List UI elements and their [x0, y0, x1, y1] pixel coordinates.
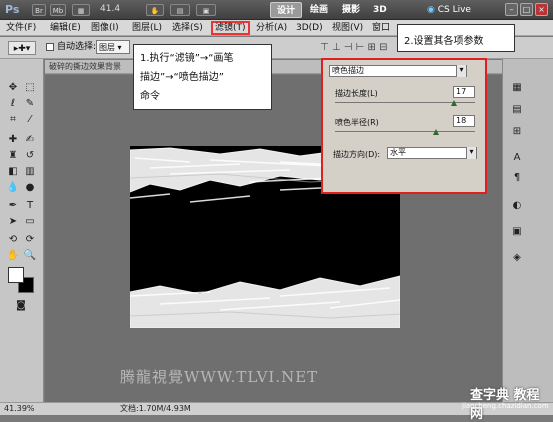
stroke-length-label: 描边长度(L) [335, 89, 378, 98]
title-bar: Ps Br Mb ▦ 41.4 ✋ ▤ ▣ 设计 绘画 摄影 3D ◉ CS L… [0, 0, 553, 20]
corner-watermark-url: jiaocheng.chazidian.com [462, 402, 549, 410]
callout1-line3: 命令 [140, 91, 160, 102]
watermark-text: 腾龍視覺WWW.TLVI.NET [120, 368, 319, 386]
spray-radius-slider-track[interactable] [335, 131, 475, 132]
instruction-callout-2: 2.设置其各项参数 [397, 24, 515, 52]
photoshop-logo: Ps [5, 3, 20, 16]
spray-radius-slider-thumb[interactable] [432, 129, 439, 135]
filter-select[interactable]: 喷色描边 ▾ [329, 65, 467, 77]
stroke-length-slider-thumb[interactable] [451, 100, 457, 106]
paragraph-panel-icon[interactable]: ¶ [508, 169, 526, 187]
zoom-level[interactable]: 41.4 [100, 4, 120, 14]
stroke-direction-select[interactable]: 水平 ▾ [387, 147, 477, 159]
stroke-direction-label: 描边方向(D): [333, 150, 381, 159]
auto-select-value: 图层 [99, 43, 115, 52]
quick-select-icon[interactable]: ✎ [23, 97, 37, 111]
spray-radius-input[interactable]: 18 [453, 115, 475, 127]
filter-select-value: 喷色描边 [332, 66, 364, 75]
type-tool-icon[interactable]: T [23, 199, 37, 213]
view-extras-icon[interactable]: ▦ [72, 4, 90, 16]
workspace-photography[interactable]: 摄影 [336, 2, 366, 18]
hand-zoom-icon[interactable]: ✋ [146, 4, 164, 16]
blur-tool-icon[interactable]: 💧 [6, 181, 20, 195]
history-brush-icon[interactable]: ↺ [23, 149, 37, 163]
callout2-text: 2.设置其各项参数 [404, 36, 484, 47]
quick-mask-icon[interactable]: ◙ [14, 299, 28, 313]
menu-analysis[interactable]: 分析(A) [254, 21, 289, 35]
brush-tool-icon[interactable]: ✍ [23, 133, 37, 147]
crop-tool-icon[interactable]: ⌗ [6, 113, 20, 127]
right-panel-dock: ▦ ▤ ⊞ A ¶ ◐ ▣ ◈ [502, 59, 553, 402]
menu-select[interactable]: 选择(S) [170, 21, 205, 35]
menu-filter[interactable]: 滤镜(T) [211, 21, 250, 35]
eyedropper-icon[interactable]: ⁄ [23, 113, 37, 127]
callout1-line2: 描边”→“喷色描边” [140, 72, 224, 83]
chevron-down-icon: ▾ [466, 147, 476, 159]
stroke-direction-value: 水平 [390, 148, 406, 157]
cs-live-icon: ◉ [427, 5, 435, 15]
mini-bridge-icon[interactable]: Mb [50, 4, 66, 16]
masks-panel-icon[interactable]: ▣ [508, 223, 526, 241]
path-select-icon[interactable]: ➤ [6, 215, 20, 229]
layers-panel-icon[interactable]: ◈ [508, 249, 526, 267]
close-icon[interactable]: × [535, 3, 548, 16]
bridge-icon[interactable]: Br [32, 4, 46, 16]
workspace-3d[interactable]: 3D [367, 2, 393, 18]
move-tool-icon[interactable]: ✥ [6, 81, 20, 95]
cs-live-button[interactable]: ◉ CS Live [427, 3, 471, 17]
document-title: 破碎的撕边效果背景 [49, 62, 121, 71]
workspace-design[interactable]: 设计 [270, 2, 303, 18]
status-doc-size: 文档:1.70M/4.93M [120, 404, 191, 413]
gradient-icon[interactable]: ▥ [23, 165, 37, 179]
menu-window[interactable]: 窗口 [370, 21, 392, 35]
tools-panel: ✥ ⬚ ℓ ✎ ⌗ ⁄ ✚ ✍ ♜ ↺ ◧ ▥ 💧 ● ✒ T ➤ ▭ ⟲ ⟳ … [0, 59, 44, 402]
auto-select-label: 自动选择: [57, 42, 97, 52]
zoom-tool-icon[interactable]: 🔍 [23, 249, 37, 263]
filter-settings-dialog: 喷色描边 ▾ 描边长度(L) 17 喷色半径(R) 18 描边方向(D): 水平… [321, 58, 487, 194]
menu-edit[interactable]: 编辑(E) [48, 21, 83, 35]
spray-radius-label: 喷色半径(R) [335, 118, 379, 127]
stroke-length-input[interactable]: 17 [453, 86, 475, 98]
pen-tool-icon[interactable]: ✒ [6, 199, 20, 213]
minimize-icon[interactable]: – [505, 3, 518, 16]
adjustments-panel-icon[interactable]: ◐ [508, 197, 526, 215]
lasso-tool-icon[interactable]: ℓ [6, 97, 20, 111]
menu-file[interactable]: 文件(F) [4, 21, 38, 35]
menu-layer[interactable]: 图层(L) [130, 21, 164, 35]
3d-orbit-icon[interactable]: ⟳ [23, 233, 37, 247]
clone-stamp-icon[interactable]: ♜ [6, 149, 20, 163]
auto-select-checkbox[interactable] [46, 43, 54, 51]
move-tool-preset-icon[interactable]: ▸✚▾ [8, 41, 36, 55]
status-zoom[interactable]: 41.39% [4, 403, 35, 415]
callout1-line1: 1.执行“滤镜”→“画笔 [140, 53, 234, 64]
hand-tool-icon[interactable]: ✋ [6, 249, 20, 263]
character-panel-icon[interactable]: A [508, 149, 526, 167]
histogram-panel-icon[interactable]: ▤ [508, 101, 526, 119]
foreground-color-swatch[interactable] [8, 267, 24, 283]
workspace-painting[interactable]: 绘画 [304, 2, 334, 18]
arrange-documents-icon[interactable]: ▤ [170, 4, 190, 16]
screen-mode-icon[interactable]: ▣ [196, 4, 216, 16]
align-icons[interactable]: ⊤ ⊥ ⊣ ⊢ ⊞ ⊟ [320, 42, 388, 53]
auto-select-dropdown[interactable]: 图层 ▾ [96, 40, 130, 54]
marquee-tool-icon[interactable]: ⬚ [23, 81, 37, 95]
dodge-tool-icon[interactable]: ● [23, 181, 37, 195]
menu-view[interactable]: 视图(V) [330, 21, 365, 35]
cs-live-label: CS Live [437, 5, 471, 15]
healing-brush-icon[interactable]: ✚ [6, 133, 20, 147]
chevron-down-icon: ▾ [456, 65, 466, 77]
mini-bridge-panel-icon[interactable]: ▦ [508, 79, 526, 97]
3d-rotate-icon[interactable]: ⟲ [6, 233, 20, 247]
maximize-icon[interactable]: □ [520, 3, 533, 16]
navigator-panel-icon[interactable]: ⊞ [508, 123, 526, 141]
menu-image[interactable]: 图像(I) [89, 21, 121, 35]
shape-tool-icon[interactable]: ▭ [23, 215, 37, 229]
menu-3d[interactable]: 3D(D) [294, 21, 325, 35]
eraser-icon[interactable]: ◧ [6, 165, 20, 179]
instruction-callout-1: 1.执行“滤镜”→“画笔 描边”→“喷色描边” 命令 [133, 44, 272, 110]
